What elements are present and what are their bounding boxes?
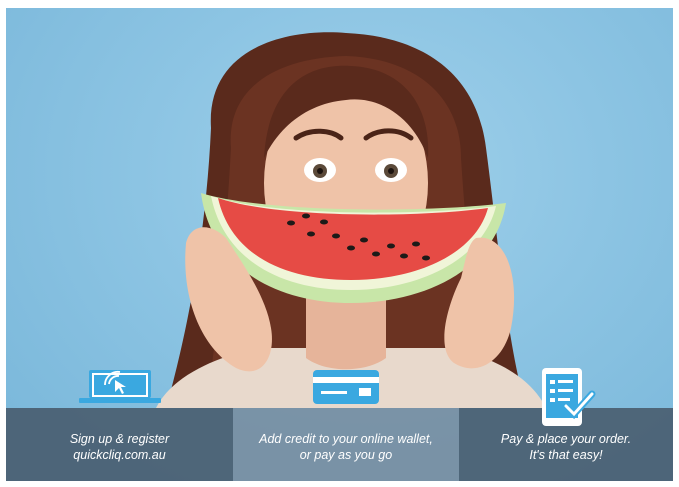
promo-banner: Sign up & register quickcliq.com.au Add … [6, 8, 673, 481]
step-add-credit: Add credit to your online wallet, or pay… [233, 370, 459, 481]
step-1-line-2: quickcliq.com.au [73, 447, 166, 462]
how-it-works-steps: Sign up & register quickcliq.com.au Add … [6, 368, 673, 481]
step-2-line-2: or pay as you go [299, 447, 393, 462]
step-sign-up: Sign up & register quickcliq.com.au [6, 370, 233, 481]
step-2-line-1: Add credit to your online wallet, [259, 431, 433, 446]
step-3-line-2: It's that easy! [529, 447, 603, 462]
credit-card-icon [311, 368, 381, 410]
step-place-order: Pay & place your order. It's that easy! [459, 368, 673, 481]
laptop-click-icon [75, 368, 165, 410]
step-1-line-1: Sign up & register [69, 431, 170, 446]
tablet-checklist-icon [536, 366, 596, 434]
